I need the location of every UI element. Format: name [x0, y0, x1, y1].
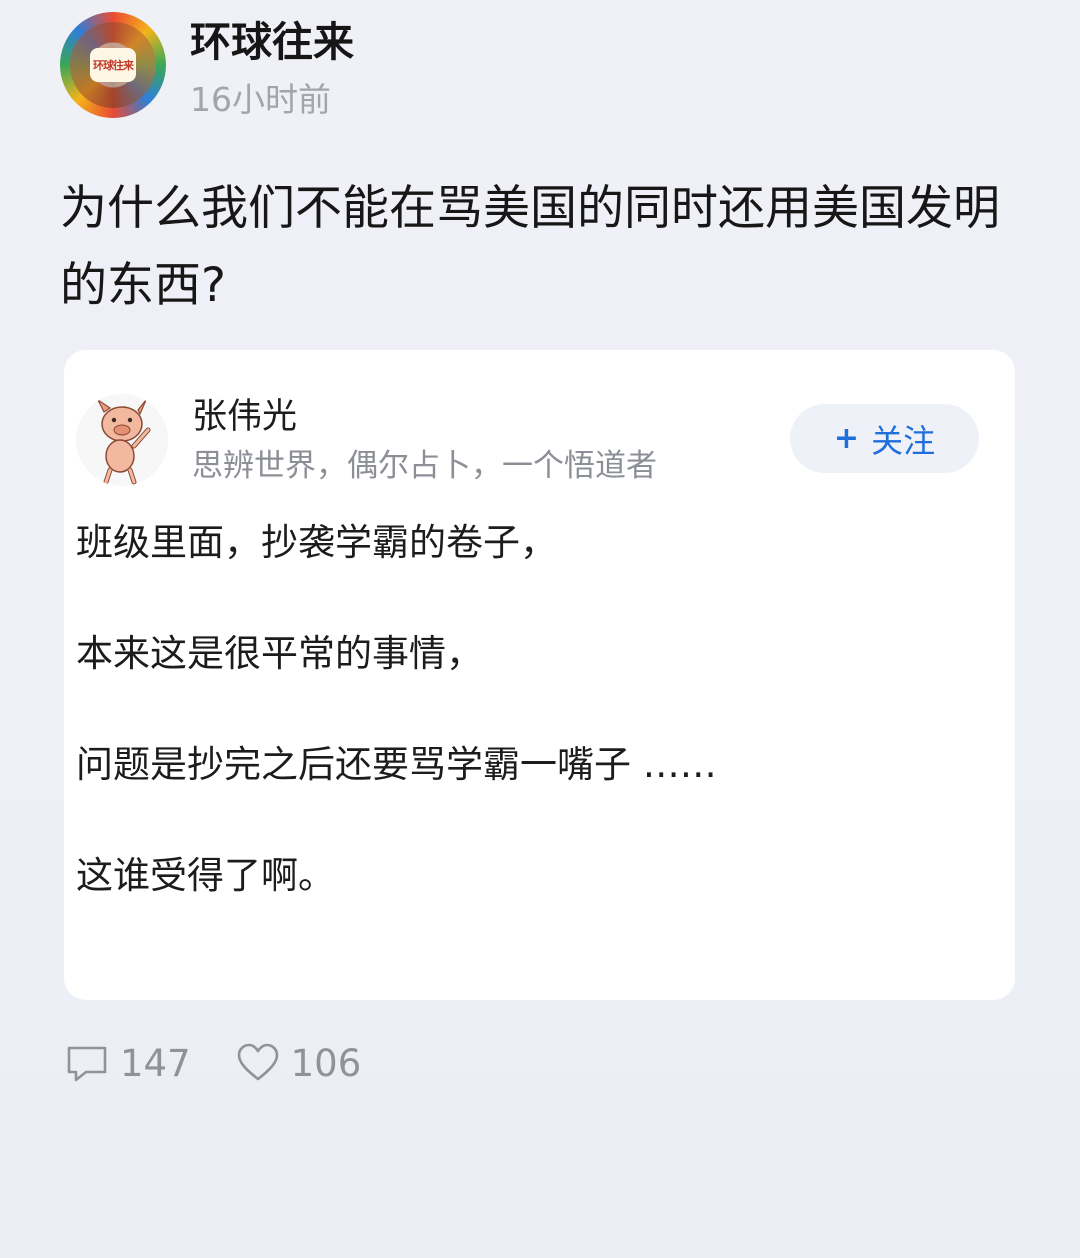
- follow-button[interactable]: + 关注: [790, 404, 979, 473]
- post-header: 环球往来 环球往来 16小时前: [60, 12, 354, 120]
- account-name[interactable]: 环球往来: [190, 16, 354, 68]
- like-button[interactable]: 106: [235, 1040, 362, 1086]
- answer-paragraph: 班级里面，抄袭学霸的卷子，: [76, 521, 557, 564]
- post-page: 环球往来 环球往来 16小时前 为什么我们不能在骂美国的同时还用美国发明的东西?: [0, 0, 1080, 1258]
- account-avatar[interactable]: 环球往来: [60, 12, 166, 118]
- author-bio: 思辨世界，偶尔占卜，一个悟道者: [192, 448, 657, 484]
- author-avatar[interactable]: [76, 394, 168, 486]
- comment-button[interactable]: 147: [64, 1040, 191, 1086]
- answer-author-row: 张伟光 思辨世界，偶尔占卜，一个悟道者: [76, 394, 657, 486]
- action-bar: 147 106: [64, 1040, 361, 1086]
- answer-paragraph: 本来这是很平常的事情，: [76, 632, 483, 675]
- comment-count: 147: [120, 1041, 191, 1085]
- pig-icon: [96, 398, 151, 485]
- question-title[interactable]: 为什么我们不能在骂美国的同时还用美国发明的东西?: [60, 170, 1020, 324]
- header-text: 环球往来 16小时前: [190, 16, 354, 120]
- comment-icon: [67, 1046, 107, 1082]
- heart-icon: [237, 1043, 278, 1081]
- follow-label: 关注: [871, 421, 936, 460]
- answer-body: 班级里面，抄袭学霸的卷子， 本来这是很平常的事情， 问题是抄完之后还要骂学霸一嘴…: [76, 520, 976, 964]
- author-info: 张伟光 思辨世界，偶尔占卜，一个悟道者: [192, 396, 657, 486]
- post-time: 16小时前: [190, 80, 331, 119]
- plus-icon: +: [833, 421, 860, 456]
- like-count: 106: [290, 1041, 362, 1085]
- avatar-logo-text: 环球往来: [90, 48, 136, 82]
- answer-paragraph: 这谁受得了啊。: [76, 854, 335, 897]
- author-name[interactable]: 张伟光: [192, 396, 657, 438]
- answer-card[interactable]: 张伟光 思辨世界，偶尔占卜，一个悟道者 + 关注 班级里面，抄袭学霸的卷子， 本…: [64, 350, 1015, 1000]
- answer-paragraph: 问题是抄完之后还要骂学霸一嘴子 ……: [76, 743, 717, 786]
